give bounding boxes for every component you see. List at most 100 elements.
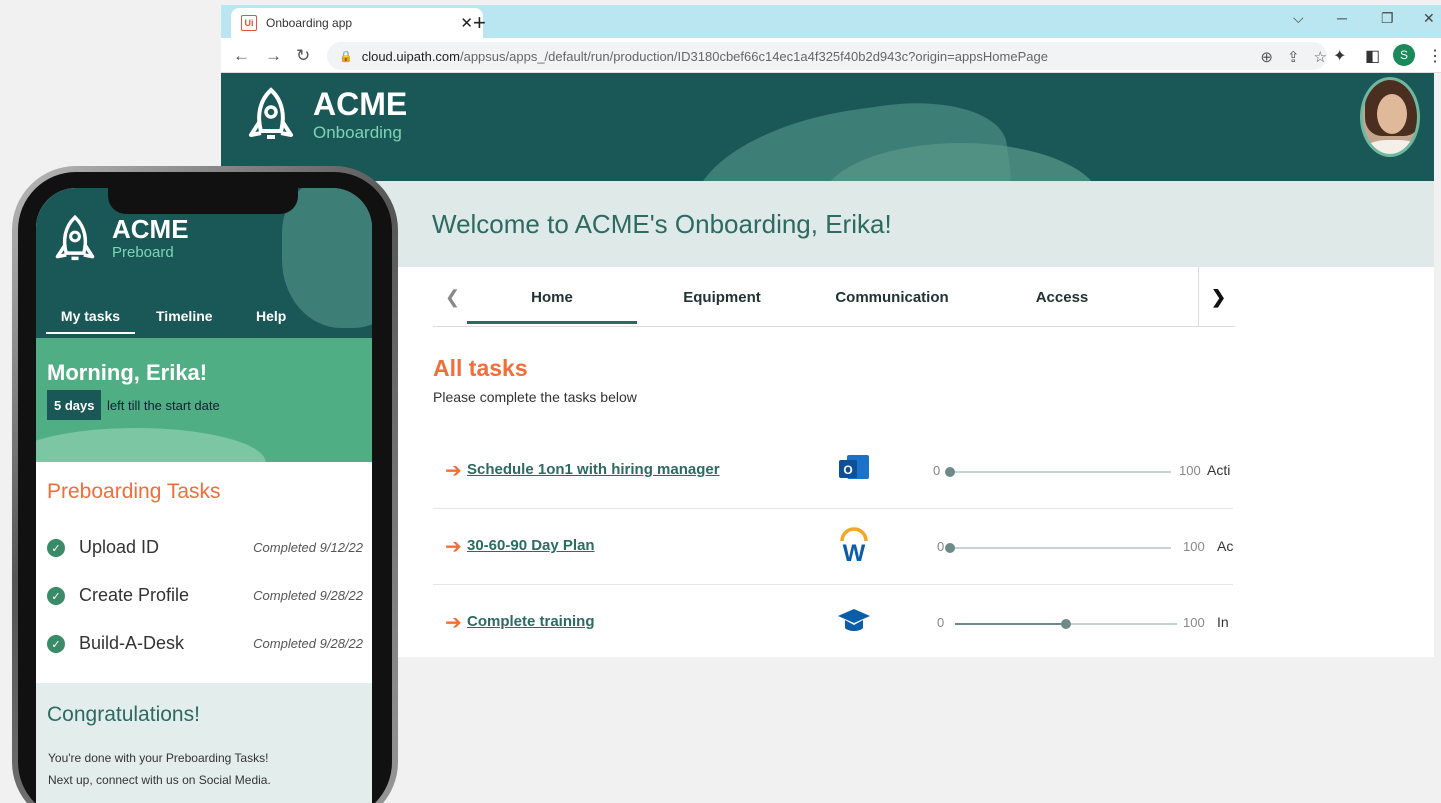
all-tasks-title: All tasks — [433, 355, 528, 381]
side-panel-icon[interactable]: ◧ — [1365, 46, 1380, 66]
uipath-favicon-icon: Ui — [241, 15, 257, 31]
tab-help[interactable]: Help — [256, 308, 286, 324]
phone-brand-name: ACME — [112, 214, 189, 244]
graduation-cap-icon — [838, 609, 870, 631]
forward-icon[interactable]: → — [265, 46, 282, 66]
category-tabs: ❮ Home Equipment Communication Access ❯ — [433, 267, 1235, 327]
slider-max: 100 — [1183, 539, 1205, 554]
back-icon[interactable]: ← — [233, 46, 250, 66]
close-tab-icon[interactable]: ✕ — [460, 14, 473, 32]
rocket-logo-icon — [55, 214, 95, 261]
congrats-line: You're done with your Preboarding Tasks! — [48, 751, 269, 765]
progress-slider[interactable]: 0 100 — [933, 537, 1213, 557]
profile-avatar[interactable]: S — [1393, 44, 1415, 66]
new-tab-button[interactable]: + — [473, 10, 486, 36]
greeting-text: Morning, Erika! — [47, 360, 208, 385]
task-date: Completed 9/28/22 — [253, 636, 363, 651]
task-status: In — [1217, 614, 1229, 630]
zoom-icon[interactable]: ⊕ — [1260, 48, 1273, 66]
congrats-line: Next up, connect with us on Social Media… — [48, 773, 271, 787]
brand: ACME Onboarding — [247, 87, 407, 145]
tabs-divider — [1198, 267, 1199, 327]
tab-equipment[interactable]: Equipment — [637, 289, 807, 306]
slider-track — [949, 547, 1171, 549]
greeting-decor — [36, 428, 266, 462]
svg-text:W: W — [843, 540, 866, 563]
task-status: Ac — [1217, 538, 1233, 554]
url-path: /appsus/apps_/default/run/production/ID3… — [459, 48, 1048, 64]
slider-min: 0 — [937, 615, 945, 630]
reload-icon[interactable]: ↻ — [296, 46, 310, 66]
arrow-right-icon: ➔ — [445, 536, 462, 558]
svg-text:O: O — [843, 463, 852, 477]
task-row: ➔ Complete training 0 100 In — [433, 585, 1233, 661]
tab-access[interactable]: Access — [977, 289, 1147, 306]
tab-title: Onboarding app — [266, 16, 353, 30]
bookmark-star-icon[interactable]: ☆ — [1314, 48, 1327, 66]
address-bar-row: ← → ↻ 🔒 cloud.uipath.com/appsus/apps_/de… — [221, 38, 1441, 73]
list-item[interactable]: ✓ Build-A-Desk Completed 9/28/22 — [47, 633, 363, 657]
arrow-right-icon: ➔ — [445, 460, 462, 482]
task-label: Build-A-Desk — [79, 633, 185, 653]
task-date: Completed 9/28/22 — [253, 588, 363, 603]
browser-window: Ui Onboarding app ✕ + ⌵ ─ ❐ ✕ ← → ↻ 🔒 cl… — [221, 5, 1441, 803]
tabs-prev-icon[interactable]: ❮ — [445, 287, 460, 308]
task-link[interactable]: Complete training — [467, 613, 595, 630]
welcome-band: Welcome to ACME's Onboarding, Erika! — [221, 181, 1434, 267]
progress-slider[interactable]: 0 100 — [933, 613, 1213, 633]
congrats-panel: Congratulations! You're done with your P… — [36, 683, 372, 803]
congrats-title: Congratulations! — [47, 703, 200, 726]
slider-thumb[interactable] — [945, 467, 955, 477]
lock-icon: 🔒 — [339, 50, 353, 63]
minimize-icon[interactable]: ─ — [1337, 10, 1347, 26]
close-window-icon[interactable]: ✕ — [1423, 10, 1435, 27]
task-status: Acti — [1207, 462, 1231, 478]
days-badge: 5 days — [47, 390, 102, 420]
outlook-icon: O — [839, 455, 869, 479]
tabs-next-icon[interactable]: ❯ — [1211, 287, 1226, 308]
url-host: cloud.uipath.com — [361, 48, 460, 64]
greeting-panel: Morning, Erika! 5 days left till the sta… — [36, 338, 372, 462]
phone-tabs: My tasks Timeline Help — [36, 300, 372, 338]
slider-min: 0 — [933, 463, 941, 478]
slider-thumb[interactable] — [945, 543, 955, 553]
days-left-text: left till the start date — [107, 398, 220, 413]
slider-min: 0 — [937, 539, 945, 554]
workday-icon: W — [840, 527, 868, 563]
browser-tab[interactable]: Ui Onboarding app ✕ — [231, 8, 483, 38]
welcome-heading: Welcome to ACME's Onboarding, Erika! — [432, 209, 892, 239]
user-avatar[interactable] — [1360, 77, 1420, 157]
tab-my-tasks[interactable]: My tasks — [46, 308, 135, 334]
task-link[interactable]: Schedule 1on1 with hiring manager — [467, 461, 720, 478]
check-circle-icon: ✓ — [47, 635, 65, 653]
rocket-logo-icon — [249, 87, 293, 139]
progress-slider[interactable]: 0 100 — [933, 461, 1213, 481]
arrow-right-icon: ➔ — [445, 612, 462, 634]
menu-kebab-icon[interactable]: ⋮ — [1427, 46, 1441, 66]
brand-subtitle: Onboarding — [313, 123, 402, 142]
check-circle-icon: ✓ — [47, 587, 65, 605]
phone-notch — [108, 188, 298, 214]
slider-track — [949, 471, 1171, 473]
main-content: ❮ Home Equipment Communication Access ❯ … — [396, 267, 1434, 657]
slider-fill — [955, 623, 1066, 625]
url-input[interactable]: 🔒 cloud.uipath.com/appsus/apps_/default/… — [327, 42, 1327, 70]
check-circle-icon: ✓ — [47, 539, 65, 557]
tab-communication[interactable]: Communication — [807, 289, 977, 306]
phone-header: ACME Preboard My tasks Timeline Help — [36, 188, 372, 338]
slider-max: 100 — [1179, 463, 1201, 478]
tab-search-icon[interactable]: ⌵ — [1293, 10, 1304, 27]
all-tasks-subtitle: Please complete the tasks below — [433, 389, 637, 405]
tab-home[interactable]: Home — [467, 289, 637, 324]
tab-timeline[interactable]: Timeline — [156, 308, 213, 324]
list-item[interactable]: ✓ Upload ID Completed 9/12/22 — [47, 537, 363, 561]
task-link[interactable]: 30-60-90 Day Plan — [467, 537, 595, 554]
brand-name: ACME — [313, 86, 408, 122]
list-item[interactable]: ✓ Create Profile Completed 9/28/22 — [47, 585, 363, 609]
slider-thumb[interactable] — [1061, 619, 1071, 629]
extensions-icon[interactable]: ✦ — [1333, 46, 1346, 66]
share-icon[interactable]: ⇪ — [1287, 48, 1300, 66]
omnibox-actions: ⊕ ⇪ ☆ — [1260, 48, 1327, 66]
phone-brand-subtitle: Preboard — [112, 244, 174, 261]
restore-icon[interactable]: ❐ — [1381, 10, 1394, 27]
